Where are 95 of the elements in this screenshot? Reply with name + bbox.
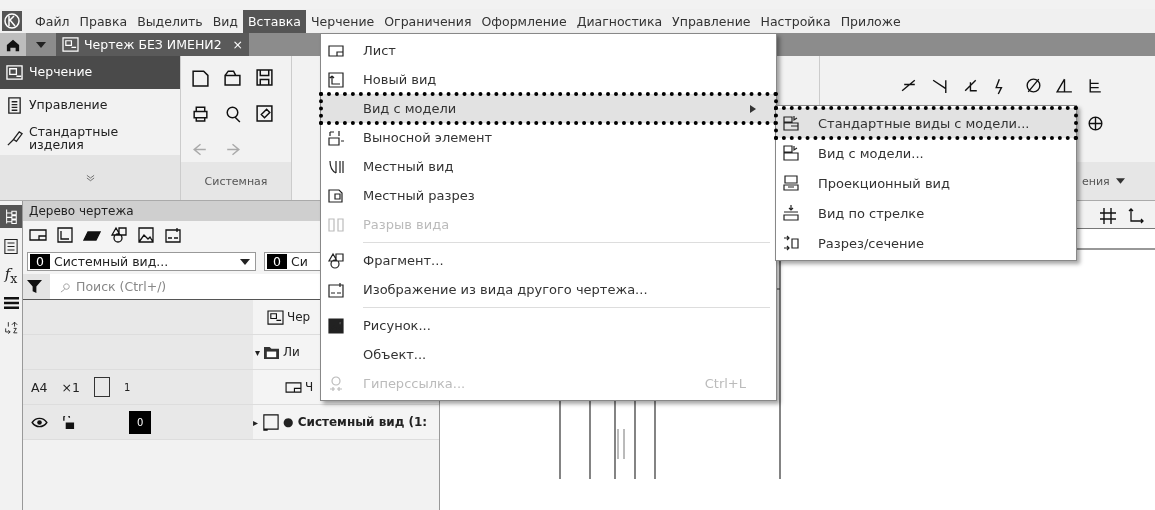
model-view-icon xyxy=(782,144,800,162)
app-logo-icon[interactable] xyxy=(2,11,22,31)
caret-icon[interactable] xyxy=(36,41,46,48)
menu-bar-item[interactable]: Оформление xyxy=(476,9,572,33)
tree-item-label[interactable]: Ли xyxy=(283,345,300,359)
menu-item[interactable]: Рисунок... xyxy=(321,311,776,340)
menu-item[interactable]: Объект... xyxy=(321,340,776,369)
menu-bar-item[interactable]: Файл xyxy=(30,9,75,33)
tree-icon[interactable] xyxy=(0,205,22,228)
tree-item-label[interactable]: Чер xyxy=(287,310,311,324)
sheet-icon xyxy=(285,380,302,394)
drawing-document-icon xyxy=(6,64,23,81)
toolbar-icon[interactable] xyxy=(1024,76,1043,95)
tree-item-label[interactable]: ● Системный вид (1: xyxy=(283,415,428,429)
toolbar-group-label: ения xyxy=(1082,174,1110,188)
toolbar-icon[interactable] xyxy=(191,68,210,87)
document-title: Чертеж БЕЗ ИМЕНИ2 xyxy=(84,37,222,52)
tree-toolbar-icon[interactable] xyxy=(164,226,182,244)
drawing-document-icon xyxy=(267,309,284,325)
sheet-number: 1 xyxy=(123,381,131,393)
local-section-icon xyxy=(327,186,345,205)
ribbon-nav-item[interactable]: Стандартные изделия xyxy=(0,122,180,155)
menu-item[interactable]: Разрез/сечение xyxy=(776,228,1076,258)
menu-item[interactable]: Вид по стрелке xyxy=(776,198,1076,228)
ribbon-nav-item[interactable]: Черчение xyxy=(0,56,180,89)
menu-item[interactable]: Местный вид xyxy=(321,152,776,181)
break-view-icon xyxy=(327,215,345,234)
tree-item-label[interactable]: Ч xyxy=(305,380,314,394)
view-icon xyxy=(261,412,281,432)
toolbar-icon[interactable] xyxy=(255,68,274,87)
scale-label: ×1 xyxy=(61,379,80,395)
shapes-icon xyxy=(327,251,345,270)
menu-bar-item[interactable]: Черчение xyxy=(306,9,380,33)
checklist-icon[interactable] xyxy=(4,238,18,255)
menu-bar-item[interactable]: Управление xyxy=(667,9,756,33)
chevron-down-icon[interactable] xyxy=(85,173,95,182)
toolbar-icon[interactable] xyxy=(223,68,242,87)
ribbon-nav-item[interactable]: Управление xyxy=(0,89,180,122)
menu-bar-item[interactable]: Вставка xyxy=(243,9,306,33)
menu-item[interactable]: Проекционный вид xyxy=(776,168,1076,198)
expand-toggle[interactable]: ▸ xyxy=(253,416,259,428)
tree-toolbar-icon[interactable] xyxy=(110,226,128,244)
toolbar-icon[interactable] xyxy=(1086,114,1105,134)
menu-icon[interactable] xyxy=(3,296,19,310)
document-tab[interactable]: Чертеж БЕЗ ИМЕНИ2 × xyxy=(56,33,250,56)
globe-link-icon xyxy=(327,374,345,393)
flashlight-icon xyxy=(6,130,23,147)
menu-item[interactable]: Вид с модели... xyxy=(776,138,1076,168)
folder-icon xyxy=(263,344,281,360)
function-icon[interactable]: f$_{x}$ xyxy=(4,265,18,286)
expand-toggle[interactable]: ▾ xyxy=(255,346,261,358)
detail-view-icon xyxy=(327,128,345,147)
eye-icon[interactable] xyxy=(31,416,48,428)
grid-icon[interactable] xyxy=(1099,207,1117,225)
menu-bar-item[interactable]: Приложе xyxy=(835,9,906,33)
projection-view-icon xyxy=(782,174,800,192)
toolbar-icon[interactable] xyxy=(191,104,210,123)
menu-item[interactable]: Новый вид xyxy=(321,65,776,94)
framed-arrows-icon xyxy=(327,280,345,299)
tree-toolbar-icon[interactable] xyxy=(137,226,155,244)
document-list-icon xyxy=(6,97,23,114)
menu-item[interactable]: Выносной элемент xyxy=(321,123,776,152)
section-icon xyxy=(782,234,800,252)
menu-bar-item[interactable]: Выделить xyxy=(132,9,208,33)
padlock-icon[interactable] xyxy=(62,415,75,429)
format-label: A4 xyxy=(31,379,48,395)
orientation-icon[interactable] xyxy=(93,377,110,397)
close-tab-button[interactable]: × xyxy=(232,37,244,52)
view-axes-icon xyxy=(327,70,345,89)
menu-bar-item[interactable]: Правка xyxy=(74,9,133,33)
axes-icon[interactable] xyxy=(1127,207,1145,225)
drawing-document-icon xyxy=(62,37,79,52)
renumber-icon[interactable] xyxy=(3,320,19,335)
view-dropdown[interactable]: 0 Системный вид... xyxy=(27,252,256,271)
toolbar-group-label: Системная xyxy=(204,174,268,188)
menu-item[interactable]: Лист xyxy=(321,36,776,65)
menu-bar-item[interactable]: Вид xyxy=(207,9,243,33)
toolbar-icon[interactable] xyxy=(1055,76,1074,95)
caret-icon[interactable] xyxy=(1115,178,1125,184)
menu-bar-item[interactable]: Ограничения xyxy=(379,9,477,33)
layer-number: 0 xyxy=(129,410,152,434)
tree-toolbar-icon[interactable] xyxy=(56,226,74,244)
home-icon xyxy=(6,37,20,52)
standard-views-icon xyxy=(782,114,800,132)
arrow-view-icon xyxy=(782,204,800,222)
toolbar-icon[interactable] xyxy=(255,104,274,123)
menu-item[interactable]: Вид с модели xyxy=(321,94,776,123)
menu-bar-item[interactable]: Настройка xyxy=(755,9,836,33)
caret-icon xyxy=(240,258,250,265)
toolbar-icon[interactable] xyxy=(223,104,242,123)
tree-toolbar-icon[interactable] xyxy=(29,226,47,244)
home-button[interactable] xyxy=(0,33,26,56)
menu-bar-item[interactable]: Диагностика xyxy=(571,9,668,33)
filter-icon[interactable] xyxy=(27,279,42,294)
menu-item[interactable]: Стандартные виды с модели... xyxy=(776,108,1076,138)
